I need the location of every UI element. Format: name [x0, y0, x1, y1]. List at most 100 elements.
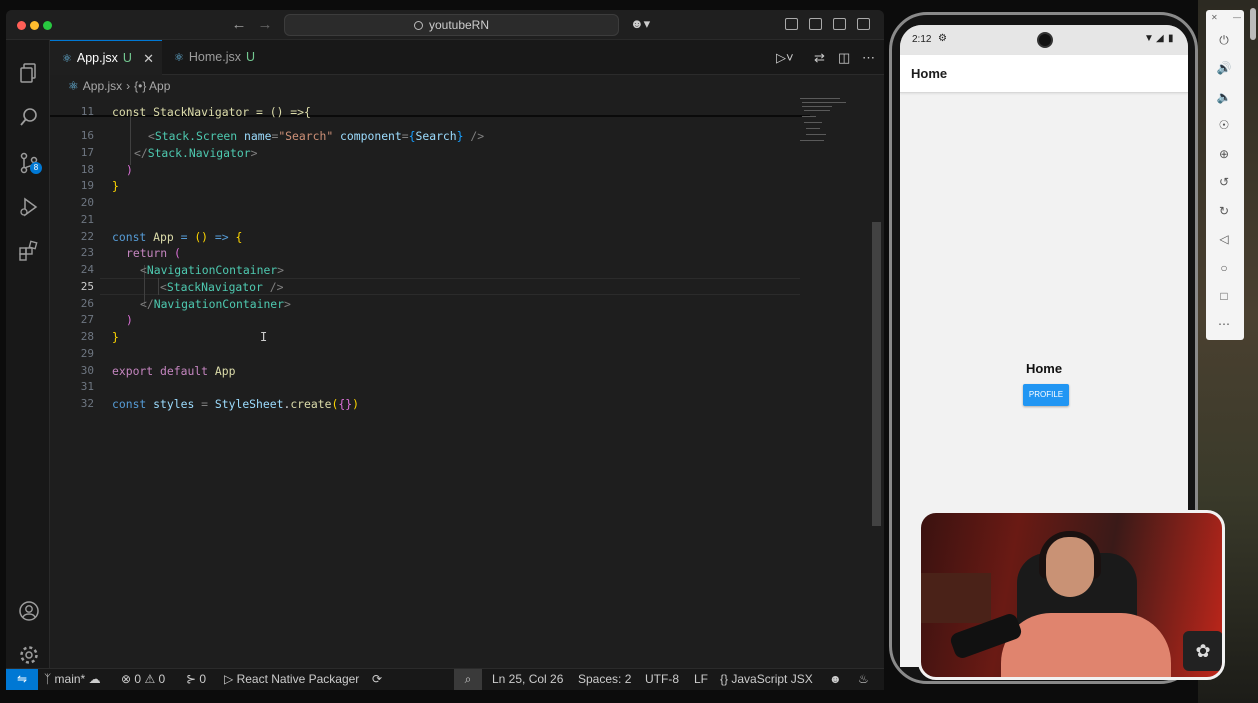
profile-button[interactable]: PROFILE	[1023, 384, 1069, 406]
end-of-line[interactable]: LF	[694, 669, 708, 690]
branch-indicator[interactable]: ᛉ main* ☁	[44, 669, 101, 690]
volume-down-icon[interactable]: 🔈	[1216, 89, 1232, 105]
problems-indicator[interactable]: ⊗ 0 ⚠ 0	[121, 669, 165, 690]
line-number: 22	[80, 230, 94, 243]
error-icon: ⊗	[121, 672, 132, 686]
jsx-attr: name	[244, 129, 272, 143]
run-debug-icon[interactable]	[18, 196, 40, 218]
compare-changes-icon[interactable]: ⇄	[814, 50, 825, 66]
signal-icon: ◢	[1156, 33, 1164, 44]
presenter-face	[1046, 537, 1094, 597]
source-control-button[interactable]: 8	[6, 148, 50, 184]
code-editor[interactable]: 11 16 17 18 19 20 21 22 23 24 25 26 27 2…	[50, 96, 874, 668]
editor-scrollbar[interactable]	[872, 222, 881, 526]
line-number: 31	[80, 380, 94, 393]
vscode-window: ← → youtubeRN ☻▾ 8 ⚛ App.jsx U ✕ ⚛ Home.jsx…	[6, 10, 884, 690]
code-text: const StackNavigator = () =>{	[112, 105, 311, 119]
wifi-icon: ▼	[1144, 33, 1154, 44]
remote-indicator-icon[interactable]: ⇋	[6, 669, 38, 690]
maximize-window-button[interactable]	[43, 21, 52, 30]
packager-indicator[interactable]: ▷ React Native Packager	[224, 669, 359, 690]
channel-logo-icon: ✿	[1183, 631, 1222, 671]
back-icon[interactable]: ◁	[1216, 231, 1232, 247]
code-line-28: }	[112, 330, 119, 344]
overview-icon[interactable]: □	[1216, 288, 1232, 304]
minimize-emulator-icon[interactable]: —	[1233, 13, 1241, 22]
window-scrollbar[interactable]	[1250, 8, 1256, 40]
language-mode[interactable]: {} JavaScript JSX	[720, 669, 813, 690]
accounts-icon[interactable]	[18, 600, 40, 622]
camera-icon	[1037, 32, 1053, 48]
tab-home-jsx[interactable]: ⚛ Home.jsx U	[162, 40, 270, 75]
screen-title: Home	[1025, 361, 1063, 376]
packager-label: React Native Packager	[236, 672, 360, 686]
zoom-in-icon[interactable]: ⊕	[1216, 146, 1232, 162]
toggle-primary-sidebar-icon[interactable]	[809, 18, 822, 30]
rotate-right-icon[interactable]: ↻	[1216, 203, 1232, 219]
minimap-line	[806, 128, 820, 129]
power-icon[interactable]: ⏻	[1216, 32, 1232, 48]
cursor-position[interactable]: Ln 25, Col 26	[492, 669, 563, 690]
minimap-line	[804, 110, 830, 111]
notifications-bell-icon[interactable]: ♨	[858, 669, 869, 690]
run-icon[interactable]: ▷˅	[776, 50, 794, 66]
code-text: }	[112, 330, 119, 344]
volume-up-icon[interactable]: 🔊	[1216, 60, 1232, 76]
forward-arrow-icon[interactable]: →	[256, 16, 274, 33]
toggle-panel-icon[interactable]	[833, 18, 846, 30]
encoding[interactable]: UTF-8	[645, 669, 679, 690]
code-line-32: const styles = StyleSheet.create({})	[112, 397, 359, 411]
rotate-left-icon[interactable]: ↺	[1216, 174, 1232, 190]
keyword: default	[160, 364, 209, 378]
minimap[interactable]	[796, 96, 856, 156]
ports-indicator[interactable]: ⊱ 0	[186, 669, 206, 690]
editor-tabs: ⚛ App.jsx U ✕ ⚛ Home.jsx U ▷˅ ⇄ ◫ ⋯	[50, 40, 884, 75]
line-number: 17	[80, 146, 94, 159]
react-file-icon: ⚛	[174, 52, 184, 64]
explorer-icon[interactable]	[18, 62, 40, 84]
breadcrumb: ⚛ App.jsx › {•} App	[50, 76, 884, 96]
code-line-17: </Stack.Navigator>	[134, 146, 258, 160]
indentation[interactable]: Spaces: 2	[578, 669, 631, 690]
customize-layout-icon[interactable]	[785, 18, 798, 30]
copilot-icon[interactable]: ☻▾	[630, 16, 650, 32]
zoom-icon[interactable]: ⌕	[454, 669, 482, 690]
tab-label: Home.jsx	[188, 50, 241, 64]
refresh-icon[interactable]: ⟳	[372, 669, 382, 690]
copilot-status-icon[interactable]: ☻	[829, 669, 842, 690]
camera-screenshot-icon[interactable]: ☉	[1216, 117, 1232, 133]
phone-time: 2:12	[912, 34, 932, 45]
close-emulator-icon[interactable]: ✕	[1211, 13, 1218, 22]
back-arrow-icon[interactable]: ←	[230, 16, 248, 33]
search-icon	[413, 21, 423, 30]
home-icon[interactable]: ○	[1216, 260, 1232, 276]
status-bar: ⇋ ᛉ main* ☁ ⊗ 0 ⚠ 0 ⊱ 0 ▷ React Native P…	[6, 668, 884, 690]
code-text: }	[112, 179, 119, 193]
search-icon[interactable]	[18, 106, 40, 128]
source-control-badge: 8	[30, 162, 42, 174]
jsx-tag: Stack.Screen	[154, 129, 238, 143]
more-options-icon[interactable]: ⋯	[1216, 316, 1232, 332]
language-label: JavaScript JSX	[731, 672, 813, 686]
more-actions-icon[interactable]: ⋯	[862, 50, 875, 66]
presenter-sweater	[1001, 613, 1171, 677]
tab-app-jsx[interactable]: ⚛ App.jsx U ✕	[50, 40, 162, 75]
code-line-27: )	[126, 313, 133, 327]
split-editor-icon[interactable]: ◫	[838, 50, 850, 66]
settings-gear-icon[interactable]	[18, 644, 40, 666]
minimap-line	[800, 98, 840, 99]
branch-name: main*	[54, 672, 86, 686]
code-text: )	[126, 313, 133, 327]
breadcrumb-file[interactable]: App.jsx	[83, 79, 122, 93]
minimap-line	[800, 140, 824, 141]
toggle-secondary-sidebar-icon[interactable]	[857, 18, 870, 30]
close-window-button[interactable]	[17, 21, 26, 30]
close-tab-icon[interactable]: ✕	[143, 41, 154, 76]
line-number: 11	[80, 105, 94, 118]
breadcrumb-symbol[interactable]: {•} App	[134, 79, 170, 93]
code-line-23: return (	[126, 246, 181, 260]
extensions-icon[interactable]	[18, 240, 40, 262]
identifier: create	[290, 397, 332, 411]
minimize-window-button[interactable]	[30, 21, 39, 30]
command-center-search[interactable]: youtubeRN	[284, 14, 619, 36]
